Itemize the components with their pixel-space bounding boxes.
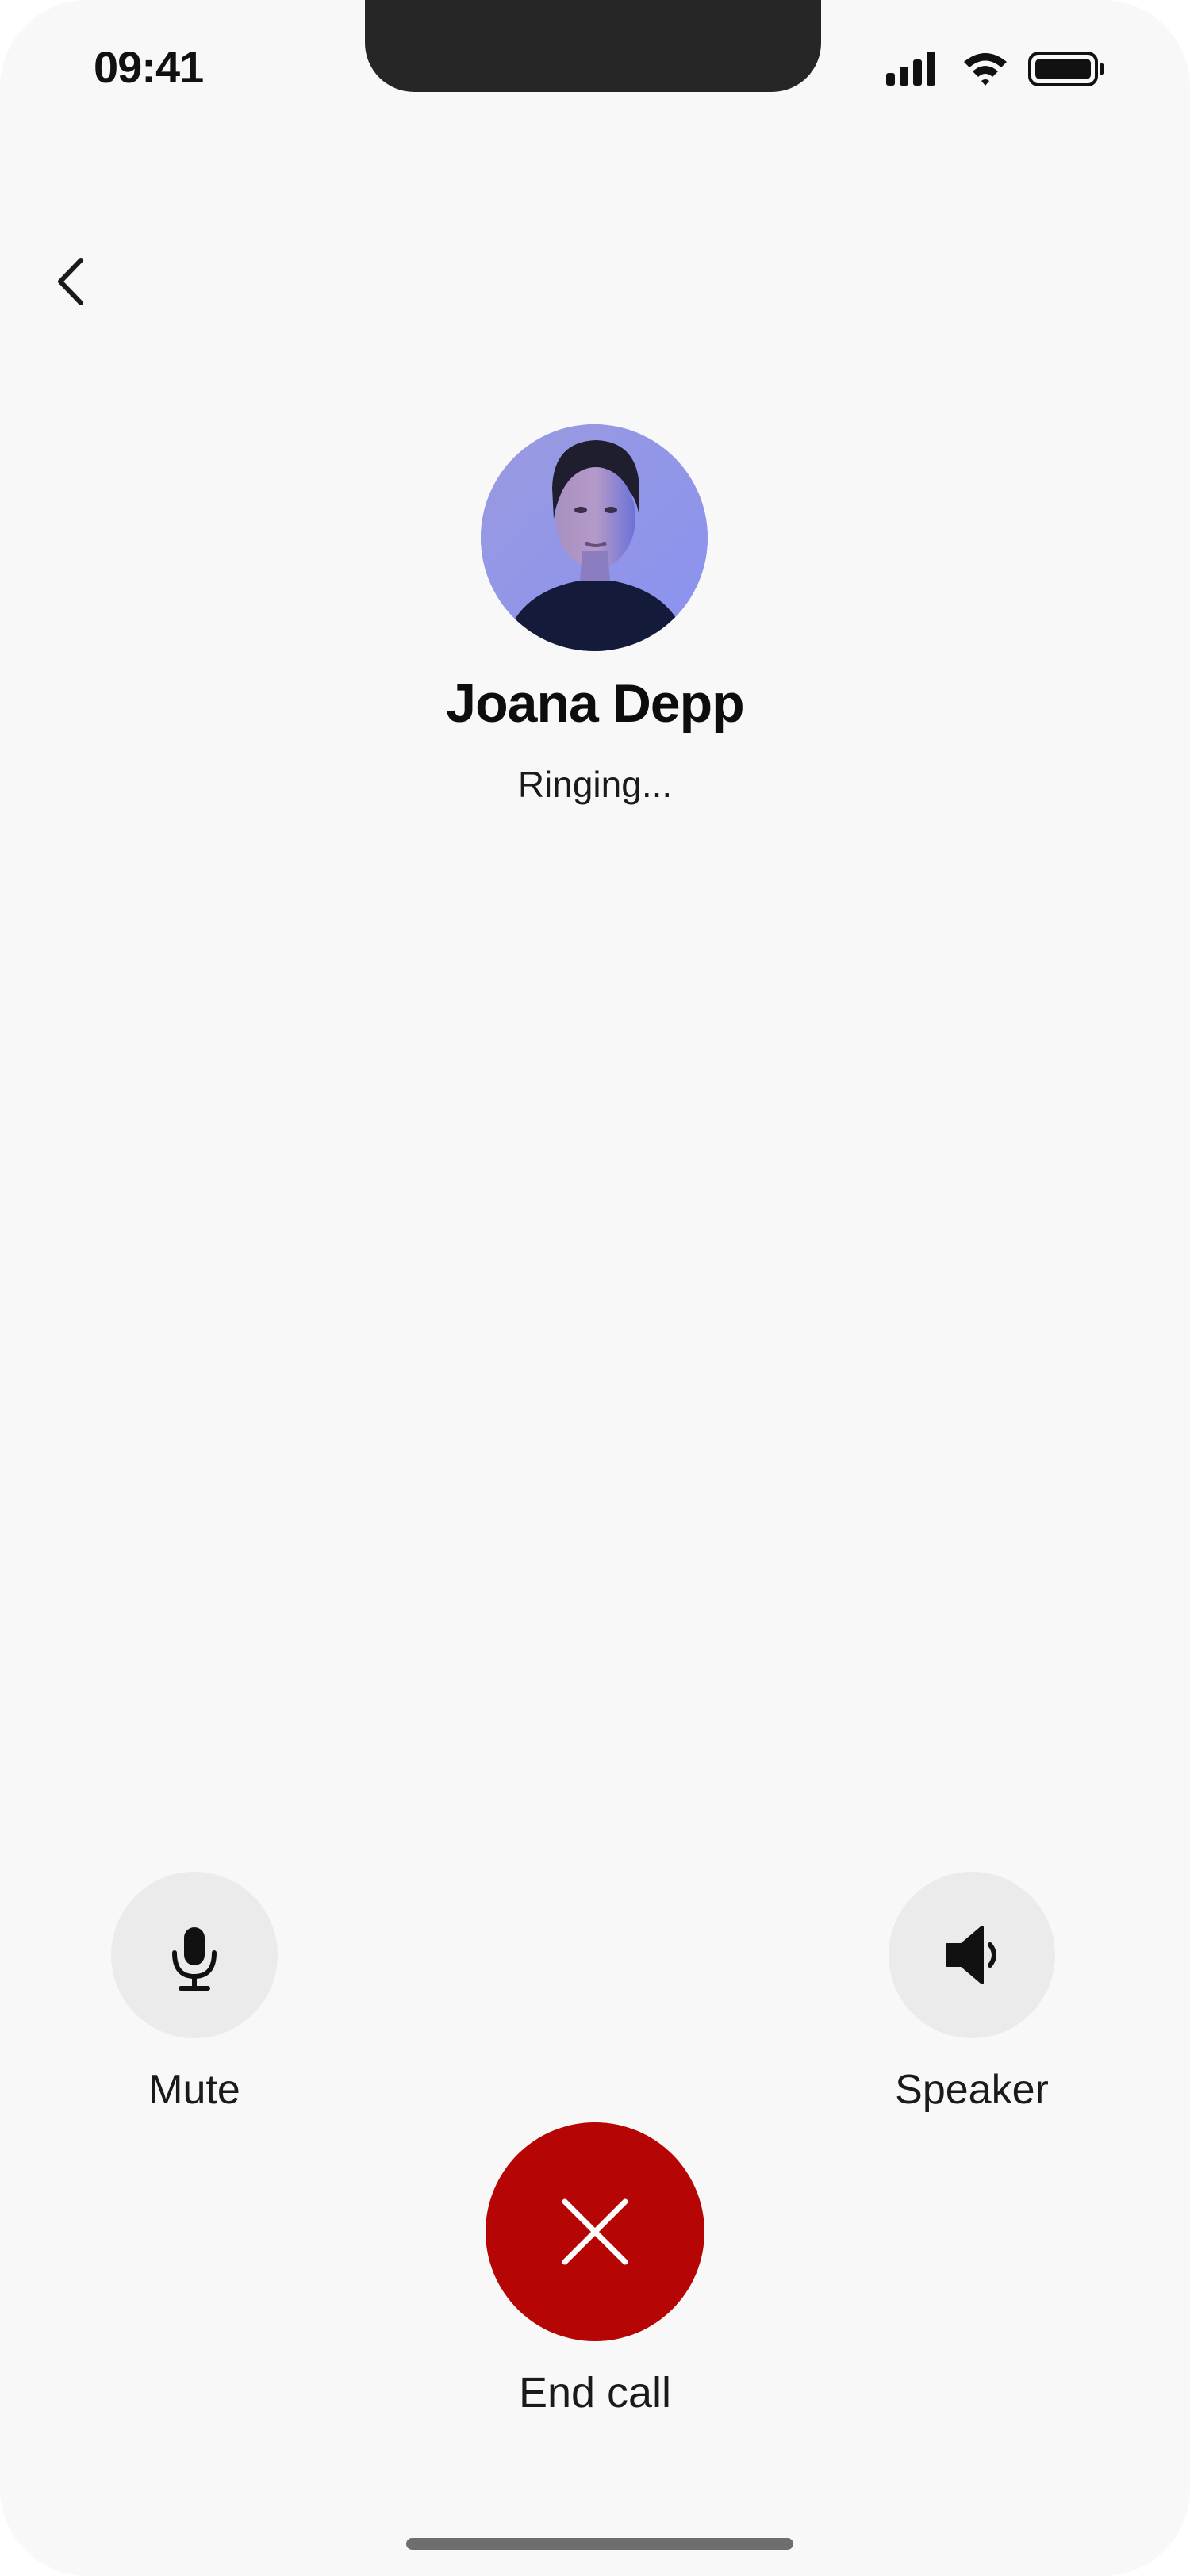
status-icons	[885, 49, 1107, 89]
speaker-icon	[946, 1926, 996, 1984]
mute-button[interactable]	[111, 1872, 278, 2038]
home-indicator[interactable]	[406, 2538, 793, 2550]
call-status: Ringing...	[517, 764, 673, 805]
end-call-button[interactable]	[486, 2122, 704, 2341]
caller-avatar	[481, 424, 708, 651]
end-call-label: End call	[518, 2369, 672, 2417]
chevron-left-icon	[58, 258, 83, 305]
caller-name: Joana Depp	[446, 673, 744, 734]
status-time: 09:41	[94, 42, 204, 92]
speaker-label: Speaker	[895, 2067, 1049, 2113]
back-button[interactable]	[48, 254, 95, 309]
signal-icon	[886, 52, 935, 86]
speaker-button[interactable]	[889, 1872, 1055, 2038]
microphone-icon	[172, 1927, 217, 1991]
battery-icon	[1028, 52, 1104, 86]
wifi-icon	[964, 53, 1007, 86]
caller-photo	[481, 424, 708, 651]
call-screen: 09:41 Joana Depp Ringing... Mute Speaker…	[0, 0, 1190, 2576]
device-notch	[365, 0, 821, 92]
close-icon	[562, 2198, 628, 2265]
mute-label: Mute	[148, 2067, 240, 2113]
